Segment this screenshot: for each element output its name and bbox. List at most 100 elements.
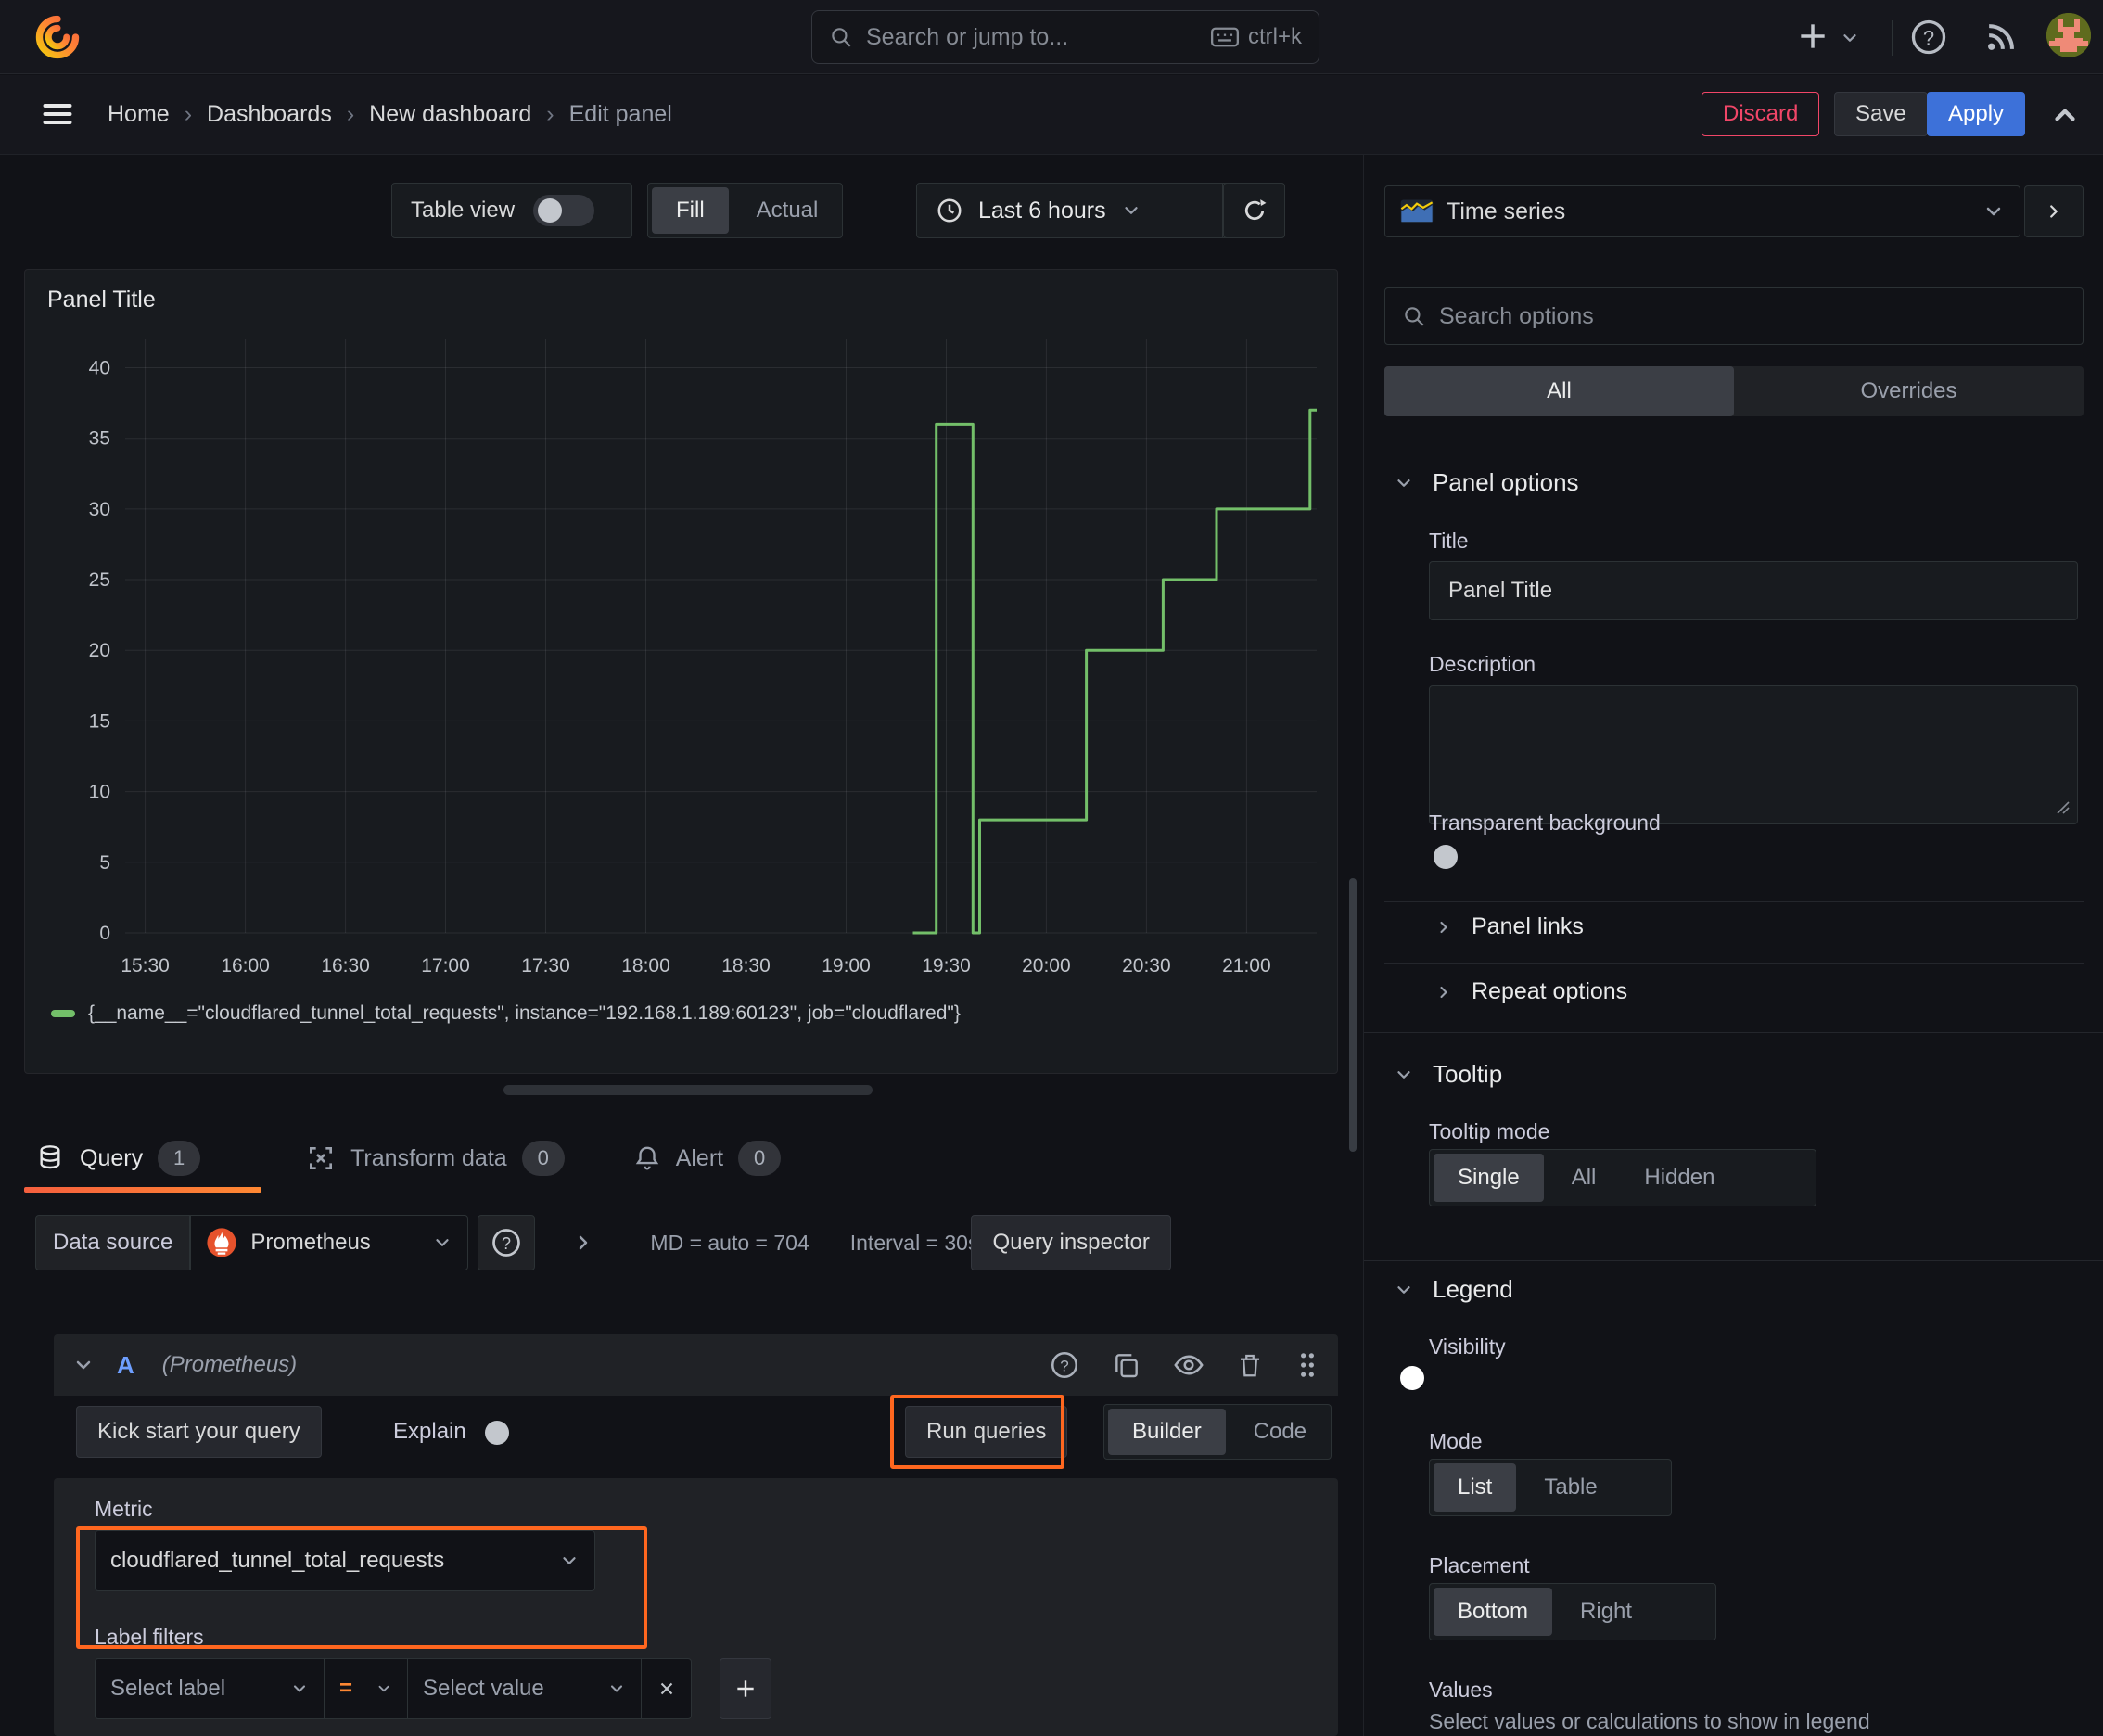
table-view-toggle[interactable]: [533, 195, 595, 226]
fill-actual-segmented: Fill Actual: [647, 183, 844, 238]
legend-mode-table[interactable]: Table: [1520, 1460, 1621, 1515]
user-avatar[interactable]: [2046, 13, 2091, 57]
metric-chevron-down-icon: [559, 1551, 580, 1571]
transform-count-badge: 0: [521, 1141, 565, 1176]
global-search-box[interactable]: Search or jump to... ctrl+k: [811, 10, 1319, 64]
visualization-picker[interactable]: Time series: [1384, 185, 2020, 237]
time-range-label: Last 6 hours: [978, 197, 1106, 223]
metric-select[interactable]: cloudflared_tunnel_total_requests: [95, 1530, 595, 1591]
kick-start-query-button[interactable]: Kick start your query: [76, 1406, 322, 1458]
remove-filter-x-icon[interactable]: [642, 1658, 692, 1719]
options-pane: Time series Search options All Overrides…: [1363, 155, 2103, 1736]
grafana-logo-icon[interactable]: [33, 13, 82, 61]
options-expand-chevron-right-icon[interactable]: [572, 1232, 594, 1254]
svg-text:20:30: 20:30: [1122, 955, 1171, 976]
svg-text:17:30: 17:30: [521, 955, 570, 976]
textarea-resize-handle[interactable]: [2052, 797, 2071, 815]
new-chevron-down-icon[interactable]: [1840, 28, 1860, 48]
tab-transform-data[interactable]: Transform data 0: [306, 1124, 565, 1193]
breadcrumb-separator: ›: [546, 101, 554, 127]
panel-links-chevron-right-icon: [1440, 921, 1447, 933]
datasource-help-icon[interactable]: ?: [478, 1215, 536, 1270]
time-range-picker[interactable]: Last 6 hours: [917, 184, 1222, 237]
title-input[interactable]: [1429, 561, 2078, 620]
legend-placement-label: Placement: [1429, 1553, 1530, 1577]
breadcrumb-home[interactable]: Home: [108, 101, 170, 128]
run-queries-button[interactable]: Run queries: [905, 1406, 1068, 1458]
builder-option[interactable]: Builder: [1108, 1409, 1226, 1455]
discard-button[interactable]: Discard: [1702, 92, 1820, 136]
main-scrollbar[interactable]: [1349, 878, 1357, 1152]
legend-header[interactable]: Legend: [1394, 1275, 1513, 1304]
datasource-picker[interactable]: Prometheus: [190, 1215, 469, 1270]
panel-links-header[interactable]: Panel links: [1434, 913, 1584, 940]
tooltip-header[interactable]: Tooltip: [1394, 1060, 1502, 1089]
repeat-options-header[interactable]: Repeat options: [1434, 978, 1627, 1005]
series-legend-label[interactable]: {__name__="cloudflared_tunnel_total_requ…: [88, 1002, 961, 1025]
options-tab-overrides[interactable]: Overrides: [1734, 366, 2084, 416]
options-tab-all[interactable]: All: [1384, 366, 1734, 416]
apply-button[interactable]: Apply: [1927, 92, 2026, 136]
svg-text:16:30: 16:30: [321, 955, 370, 976]
new-plus-icon[interactable]: [1795, 19, 1830, 54]
fill-option[interactable]: Fill: [652, 187, 729, 234]
svg-text:19:00: 19:00: [822, 955, 871, 976]
legend-placement-bottom[interactable]: Bottom: [1434, 1588, 1553, 1636]
drag-query-grip-icon[interactable]: [1295, 1350, 1319, 1380]
options-search-box[interactable]: Search options: [1384, 287, 2084, 345]
add-filter-plus-icon[interactable]: [720, 1658, 771, 1719]
code-option[interactable]: Code: [1230, 1405, 1331, 1459]
hide-query-eye-icon[interactable]: [1173, 1349, 1204, 1381]
select-value-dropdown[interactable]: Select value: [408, 1658, 642, 1719]
collapse-pane-chevron-up-icon[interactable]: [2049, 99, 2081, 131]
svg-text:30: 30: [89, 499, 110, 520]
tooltip-mode-all[interactable]: All: [1548, 1150, 1621, 1206]
legend-mode-list[interactable]: List: [1434, 1463, 1517, 1512]
query-section-tabs: Query 1 Transform data 0 Alert 0: [24, 1124, 846, 1193]
repeat-options-chevron-right-icon: [1440, 986, 1447, 998]
panel-resize-handle[interactable]: [503, 1085, 873, 1095]
legend-placement-right[interactable]: Right: [1556, 1584, 1656, 1640]
actual-option[interactable]: Actual: [733, 184, 843, 237]
tooltip-mode-hidden[interactable]: Hidden: [1620, 1150, 1739, 1206]
legend-header-label: Legend: [1433, 1275, 1513, 1303]
menu-icon[interactable]: [39, 97, 76, 131]
time-series-chart[interactable]: 0 5 10 15 20 25 30 35 40 15:30 16:00 16:30 17:00 17:3…: [32, 326, 1331, 1012]
help-icon[interactable]: ?: [1908, 17, 1949, 57]
query-row-header[interactable]: A (Prometheus) ?: [54, 1334, 1338, 1396]
query-inspector-button[interactable]: Query inspector: [971, 1215, 1171, 1270]
svg-text:17:00: 17:00: [421, 955, 470, 976]
chart-legend: {__name__="cloudflared_tunnel_total_requ…: [51, 1002, 961, 1025]
series-color-swatch[interactable]: [51, 1010, 75, 1017]
query-datasource-hint: (Prometheus): [161, 1352, 298, 1377]
svg-text:19:30: 19:30: [922, 955, 971, 976]
save-button[interactable]: Save: [1834, 92, 1928, 136]
tab-alert[interactable]: Alert 0: [633, 1124, 782, 1193]
section-divider: [1384, 901, 2084, 902]
query-collapse-chevron-down-icon[interactable]: [72, 1354, 95, 1376]
breadcrumb-new-dashboard[interactable]: New dashboard: [369, 101, 531, 128]
select-label-dropdown[interactable]: Select label: [95, 1658, 325, 1719]
options-search-placeholder: Search options: [1439, 302, 1594, 329]
tooltip-mode-single[interactable]: Single: [1434, 1154, 1544, 1202]
panel-title[interactable]: Panel Title: [47, 287, 156, 313]
delete-query-trash-icon[interactable]: [1236, 1351, 1264, 1379]
panel-options-header[interactable]: Panel options: [1394, 468, 1579, 497]
nav-bar: Home › Dashboards › New dashboard › Edit…: [0, 75, 2103, 155]
label-filters-label: Label filters: [95, 1625, 204, 1649]
tab-query-label: Query: [80, 1144, 144, 1171]
alert-count-badge: 0: [738, 1141, 782, 1176]
breadcrumb-dashboards[interactable]: Dashboards: [207, 101, 332, 128]
repeat-options-label: Repeat options: [1472, 978, 1628, 1004]
refresh-control[interactable]: [1223, 183, 1285, 238]
legend-mode-segmented: List Table: [1429, 1459, 1672, 1516]
tab-query[interactable]: Query 1: [24, 1124, 261, 1193]
news-rss-icon[interactable]: [1981, 17, 2021, 57]
viz-suggestions-chevron-right-icon[interactable]: [2024, 185, 2084, 237]
description-textarea[interactable]: [1429, 685, 2078, 824]
duplicate-query-icon[interactable]: [1112, 1350, 1141, 1380]
operator-dropdown[interactable]: =: [325, 1658, 408, 1719]
query-help-icon[interactable]: ?: [1049, 1349, 1080, 1381]
shortcut-label: ctrl+k: [1247, 24, 1302, 49]
svg-text:18:00: 18:00: [621, 955, 670, 976]
